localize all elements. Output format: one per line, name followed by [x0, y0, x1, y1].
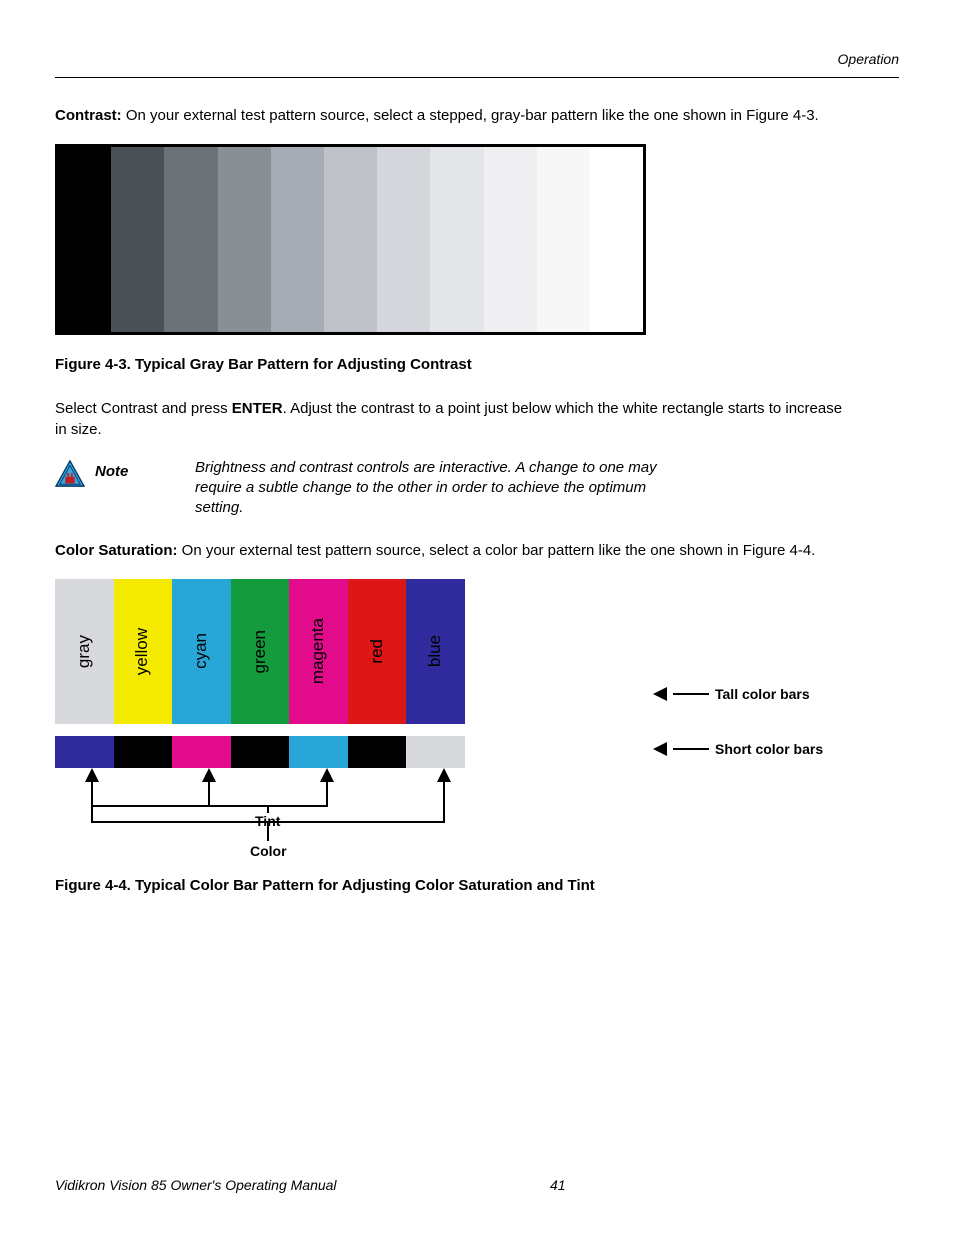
contrast-text: On your external test pattern source, se…	[122, 107, 819, 124]
arrow-line	[673, 693, 709, 695]
note-label: Note	[95, 458, 185, 482]
contrast-paragraph: Contrast: On your external test pattern …	[55, 106, 855, 126]
figure-4-3-caption: Figure 4-3. Typical Gray Bar Pattern for…	[55, 355, 899, 375]
under-arrows: Tint Color	[63, 768, 473, 858]
color-saturation-text: On your external test pattern source, se…	[178, 542, 816, 559]
select-contrast-paragraph: Select Contrast and press ENTER. Adjust …	[55, 399, 855, 440]
tall-bar-cyan: cyan	[172, 579, 231, 724]
gray-bar	[111, 147, 164, 332]
bar-label-yellow: yellow	[131, 628, 154, 675]
gray-bar	[377, 147, 430, 332]
tall-color-bars: gray yellow cyan green magenta red blue	[55, 579, 465, 724]
header-section: Operation	[55, 50, 899, 69]
gray-bar	[164, 147, 217, 332]
tall-bar-magenta: magenta	[289, 579, 348, 724]
tall-bar-blue: blue	[406, 579, 465, 724]
short-bar	[348, 736, 407, 768]
tall-bar-gray: gray	[55, 579, 114, 724]
bar-gap	[55, 724, 465, 736]
footer-page: 41	[217, 1176, 899, 1195]
bar-label-magenta: magenta	[307, 618, 330, 684]
tall-bars-label: Tall color bars	[715, 685, 810, 704]
short-color-bars	[55, 736, 465, 768]
color-bar-figure: gray yellow cyan green magenta red blue Tint C…	[55, 579, 899, 868]
bar-label-gray: gray	[73, 635, 96, 668]
short-bars-label: Short color bars	[715, 740, 823, 759]
arrow-left-icon	[653, 742, 667, 756]
figure-4-4-caption: Figure 4-4. Typical Color Bar Pattern fo…	[55, 876, 899, 896]
note-triangle-icon	[55, 460, 85, 488]
enter-key: ENTER	[232, 400, 283, 417]
short-bar	[55, 736, 114, 768]
page-footer: Vidikron Vision 85 Owner's Operating Man…	[55, 1176, 899, 1195]
short-bar	[231, 736, 290, 768]
bar-label-blue: blue	[424, 635, 447, 667]
short-bar	[406, 736, 465, 768]
header-rule	[55, 77, 899, 78]
short-bar	[172, 736, 231, 768]
tall-bar-yellow: yellow	[114, 579, 173, 724]
tall-bar-green: green	[231, 579, 290, 724]
short-bar	[289, 736, 348, 768]
gray-bar-pattern	[55, 144, 646, 335]
note-text: Brightness and contrast controls are int…	[195, 458, 665, 519]
arrow-left-icon	[653, 687, 667, 701]
color-saturation-label: Color Saturation:	[55, 542, 178, 559]
bar-label-red: red	[366, 639, 389, 664]
arrow-line	[673, 748, 709, 750]
color-label: Color	[250, 842, 287, 861]
gray-bar	[58, 147, 111, 332]
gray-bar	[537, 147, 590, 332]
bar-label-green: green	[249, 630, 272, 673]
bar-label-cyan: cyan	[190, 633, 213, 669]
short-bar	[114, 736, 173, 768]
tall-bar-red: red	[348, 579, 407, 724]
contrast-label: Contrast:	[55, 107, 122, 124]
gray-bar	[590, 147, 643, 332]
gray-bar	[218, 147, 271, 332]
color-saturation-paragraph: Color Saturation: On your external test …	[55, 541, 855, 561]
gray-bar	[430, 147, 483, 332]
select-contrast-pre: Select Contrast and press	[55, 400, 232, 417]
side-labels: Tall color bars Short color bars	[645, 579, 823, 759]
gray-bar	[271, 147, 324, 332]
note-block: Note Brightness and contrast controls ar…	[55, 458, 899, 519]
gray-bar	[324, 147, 377, 332]
gray-bar	[484, 147, 537, 332]
